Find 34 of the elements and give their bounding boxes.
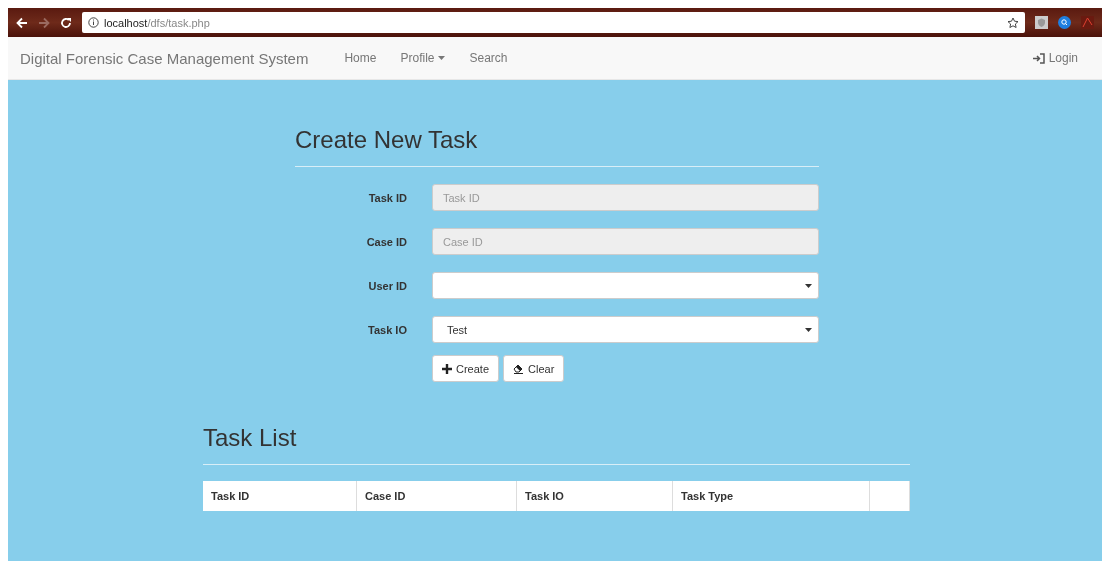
form-heading: Create New Task [295, 126, 479, 154]
column-header: Task Type [673, 481, 870, 511]
star-icon[interactable] [1007, 16, 1019, 29]
column-header: Task ID [203, 481, 357, 511]
select-field[interactable]: Test [432, 316, 819, 343]
nav-link[interactable]: Profile [388, 51, 458, 65]
plus-icon [442, 363, 452, 374]
forward-icon[interactable] [38, 16, 50, 29]
field-label: User ID [367, 279, 407, 292]
login-link[interactable]: Login [1020, 51, 1090, 65]
info-icon [88, 17, 99, 28]
field-label: Task ID [367, 191, 407, 204]
back-icon[interactable] [16, 16, 28, 29]
url-host: localhost [104, 16, 148, 29]
create-button[interactable]: Create [432, 355, 500, 382]
search-icon[interactable] [1058, 16, 1071, 29]
column-header: Case ID [357, 481, 517, 511]
list-heading: Task List [203, 424, 298, 452]
column-header: Task IO [517, 481, 673, 511]
eraser-icon [513, 363, 525, 374]
caret-icon [438, 56, 446, 60]
address-bar[interactable]: localhost/dfs/task.php [82, 12, 1025, 33]
reload-icon[interactable] [60, 16, 72, 29]
field-label: Case ID [365, 235, 407, 248]
caret-icon [805, 327, 812, 332]
select-field[interactable] [432, 272, 819, 299]
caret-icon [805, 283, 812, 288]
nav-link[interactable]: Search [457, 51, 520, 65]
login-icon [1032, 52, 1045, 64]
url-path: /dfs/task.php [147, 16, 210, 29]
brand-title[interactable]: Digital Forensic Case Management System [20, 49, 309, 67]
clear-button[interactable]: Clear [503, 355, 565, 382]
field-label: Task IO [367, 323, 407, 336]
nav-link[interactable]: Home [332, 51, 389, 65]
